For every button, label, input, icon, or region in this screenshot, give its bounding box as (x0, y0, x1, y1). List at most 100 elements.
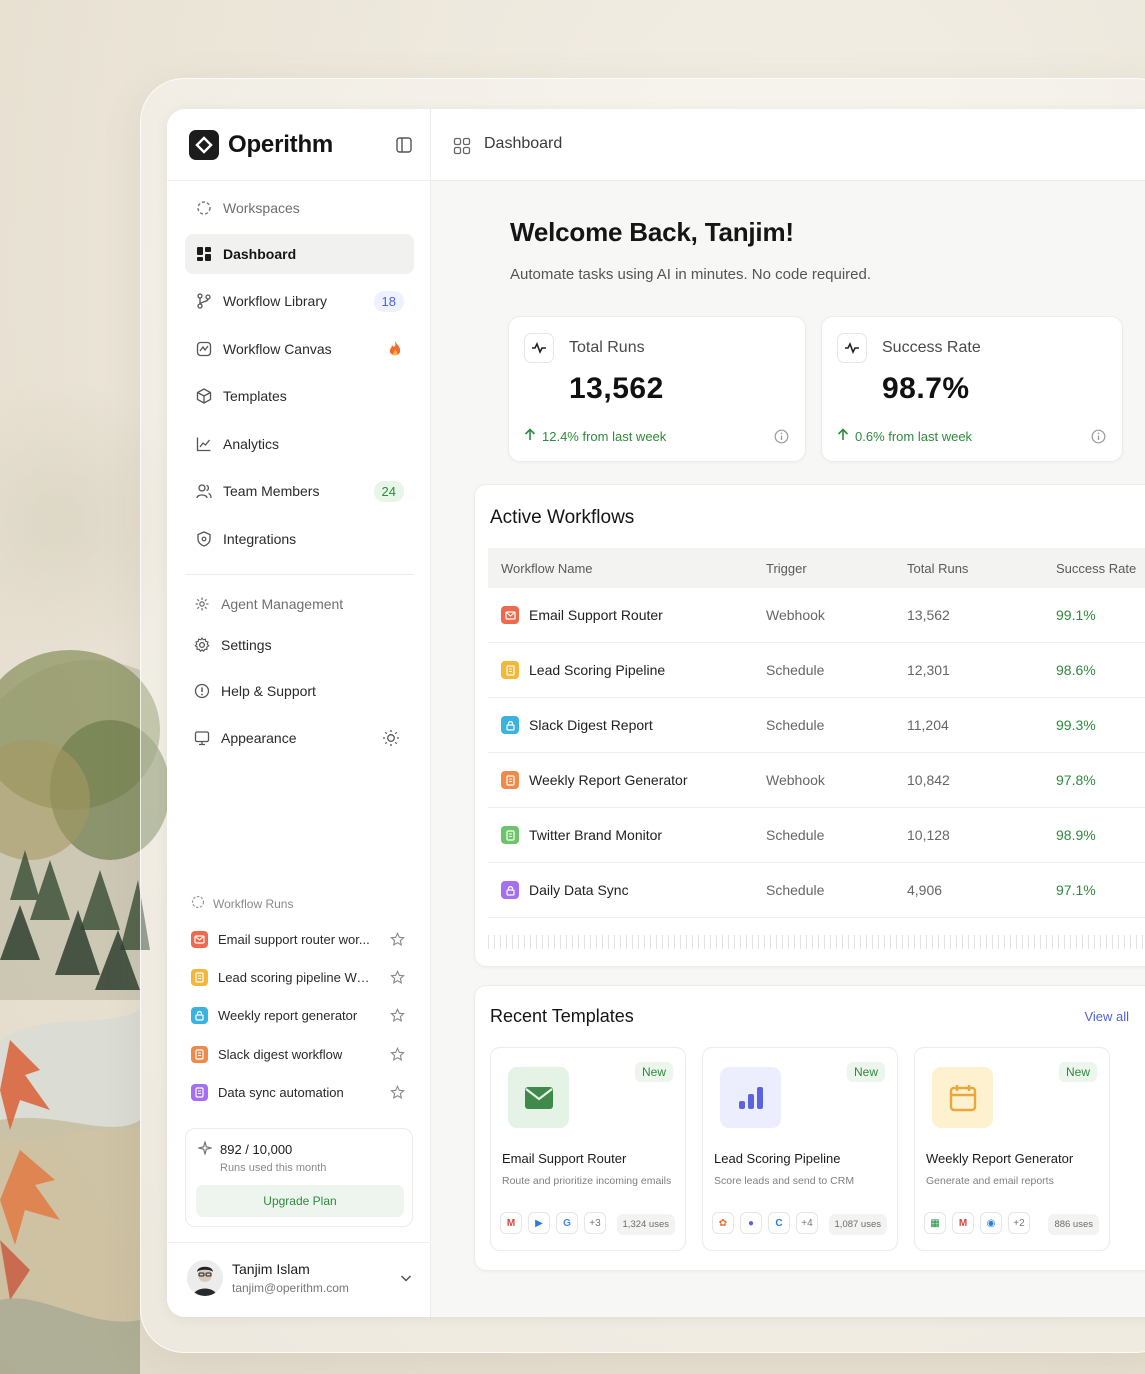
new-badge: New (1058, 1062, 1097, 1082)
integration-icons: ▦ M ◉ +2 (924, 1212, 1030, 1234)
hubspot-icon: ✿ (712, 1212, 734, 1234)
sidebar-item-workspaces[interactable]: Workspaces (185, 188, 414, 228)
new-badge: New (846, 1062, 885, 1082)
total-runs-cell: 11,204 (907, 717, 949, 733)
chevron-down-icon[interactable] (399, 1271, 413, 1285)
column-header[interactable]: Success Rate (1056, 561, 1145, 576)
topbar: Dashboard (431, 109, 1145, 181)
column-header[interactable]: Workflow Name (488, 561, 766, 576)
integration-icons: ✿ ● C +4 (712, 1212, 818, 1234)
star-icon[interactable] (390, 1008, 405, 1023)
stat-change-text: 0.6% from last week (855, 428, 973, 444)
active-workflows-panel: Active Workflows Workflow Name Trigger T… (474, 484, 1145, 967)
template-name: Weekly Report Generator (926, 1151, 1074, 1166)
success-rate-cell: 97.1% (1056, 882, 1096, 898)
star-icon[interactable] (390, 1046, 405, 1062)
stat-title: Success Rate (882, 339, 981, 356)
table-row[interactable]: Weekly Report Generator Webhook 10,842 97.8… (488, 753, 1145, 808)
template-card[interactable]: New Weekly Report Generator Generate and e… (914, 1047, 1110, 1251)
workflow-icon (501, 881, 519, 899)
stat-change-text: 12.4% from last week (542, 428, 667, 444)
brand[interactable]: Operithm (189, 129, 333, 161)
page-subtitle: Automate tasks using AI in minutes. No c… (510, 266, 872, 283)
package-icon (195, 387, 213, 405)
info-icon[interactable] (774, 429, 789, 444)
usage-card: 892 / 10,000 Runs used this month Upgrad… (185, 1128, 413, 1227)
sidebar-item-integrations[interactable]: Integrations (185, 519, 414, 559)
stat-value: 98.7% (882, 372, 970, 405)
workflow-run-item[interactable]: Slack digest workflow (191, 1041, 405, 1067)
sidebar-item-label: Team Members (223, 483, 320, 499)
sidebar-item-help-support[interactable]: Help & Support (183, 671, 412, 711)
trigger-cell: Webhook (766, 772, 825, 788)
table-row[interactable]: Daily Data Sync Schedule 4,906 97.1% (488, 863, 1145, 918)
horizontal-scrollbar[interactable] (488, 935, 1145, 949)
info-icon[interactable] (1091, 429, 1106, 444)
app-window: Operithm Workspaces Dashboard Workflow L… (167, 109, 1145, 1317)
workflow-run-item[interactable]: Lead scoring pipeline Wo... (191, 964, 405, 990)
sun-icon[interactable] (382, 729, 400, 750)
workflow-icon (191, 1084, 208, 1102)
table-row[interactable]: Twitter Brand Monitor Schedule 10,128 98.9% (488, 808, 1145, 863)
stat-card-success-rate: Success Rate 98.7% 0.6% from last week (821, 316, 1123, 462)
stat-card-total-runs: Total Runs 13,562 12.4% from last week (508, 316, 806, 462)
table-row[interactable]: Lead Scoring Pipeline Schedule 12,301 98.6% (488, 643, 1145, 698)
sidebar-item-analytics[interactable]: Analytics (185, 424, 414, 464)
sidebar-item-templates[interactable]: Templates (185, 376, 414, 416)
usage-count-badge: 1,324 uses (616, 1214, 675, 1235)
template-card[interactable]: New Email Support Router Route and priorit… (490, 1047, 686, 1251)
team-count-badge: 24 (373, 480, 404, 502)
template-name: Email Support Router (502, 1151, 627, 1166)
more-integrations-count: +4 (796, 1212, 818, 1234)
workflow-run-item[interactable]: Weekly report generator (191, 1003, 405, 1029)
sidebar-item-agent-management[interactable]: Agent Management (183, 584, 412, 624)
sidebar-item-label: Templates (223, 388, 287, 404)
usage-count: 892 / 10,000 (220, 1142, 293, 1157)
table-row[interactable]: Email Support Router Webhook 13,562 99.1% (488, 588, 1145, 643)
workflow-icon (501, 771, 519, 789)
workflow-run-item[interactable]: Email support router wor... (191, 926, 405, 952)
sidebar-item-workflow-canvas[interactable]: Workflow Canvas (185, 329, 414, 369)
sidebar-item-appearance[interactable]: Appearance (183, 718, 412, 758)
agent-icon (193, 595, 211, 613)
workflow-run-label: Weekly report generator (218, 1008, 358, 1024)
shield-icon (195, 530, 213, 548)
template-card[interactable]: New Lead Scoring Pipeline Score leads and … (702, 1047, 898, 1251)
star-icon[interactable] (390, 931, 405, 947)
workflow-run-label: Slack digest workflow (218, 1046, 343, 1062)
sidebar-item-label: Dashboard (223, 246, 297, 262)
sidebar-item-settings[interactable]: Settings (183, 625, 412, 665)
history-icon (191, 895, 205, 912)
brand-name: Operithm (228, 131, 334, 158)
trend-icon (837, 333, 867, 363)
table-row[interactable]: Slack Digest Report Schedule 11,204 99.3% (488, 698, 1145, 753)
sidebar-item-label: Settings (221, 637, 272, 653)
star-icon[interactable] (390, 1085, 405, 1100)
stat-value: 13,562 (569, 372, 664, 405)
workflow-icon (191, 930, 208, 948)
sidebar-item-label: Workflow Library (223, 293, 327, 309)
template-name: Lead Scoring Pipeline (714, 1151, 841, 1166)
sidebar-item-workflow-library[interactable]: Workflow Library 18 (185, 281, 414, 321)
success-rate-cell: 98.9% (1056, 827, 1096, 843)
template-description: Score leads and send to CRM (714, 1175, 855, 1187)
sidebar-item-team-members[interactable]: Team Members 24 (185, 471, 414, 511)
success-rate-cell: 99.3% (1056, 717, 1096, 733)
workflow-name-cell: Daily Data Sync (488, 881, 766, 899)
sidebar-toggle-icon[interactable] (395, 136, 413, 154)
star-icon[interactable] (390, 969, 405, 985)
table-header: Workflow Name Trigger Total Runs Success… (488, 548, 1145, 588)
workflow-runs-title: Workflow Runs (213, 896, 294, 911)
workflow-run-item[interactable]: Data sync automation (191, 1080, 405, 1106)
view-all-link[interactable]: View all (1084, 1009, 1129, 1024)
user-profile[interactable]: Tanjim Islam tanjim@operithm.com (187, 1259, 415, 1299)
template-description: Generate and email reports (926, 1175, 1054, 1187)
google-icon: G (556, 1212, 578, 1234)
column-header[interactable]: Trigger (766, 561, 907, 576)
trigger-cell: Schedule (766, 717, 825, 733)
sidebar-divider (167, 180, 431, 181)
success-rate-cell: 98.6% (1056, 662, 1096, 678)
column-header[interactable]: Total Runs (907, 561, 1056, 576)
sidebar-item-dashboard[interactable]: Dashboard (185, 234, 414, 274)
upgrade-plan-button[interactable]: Upgrade Plan (196, 1185, 404, 1217)
